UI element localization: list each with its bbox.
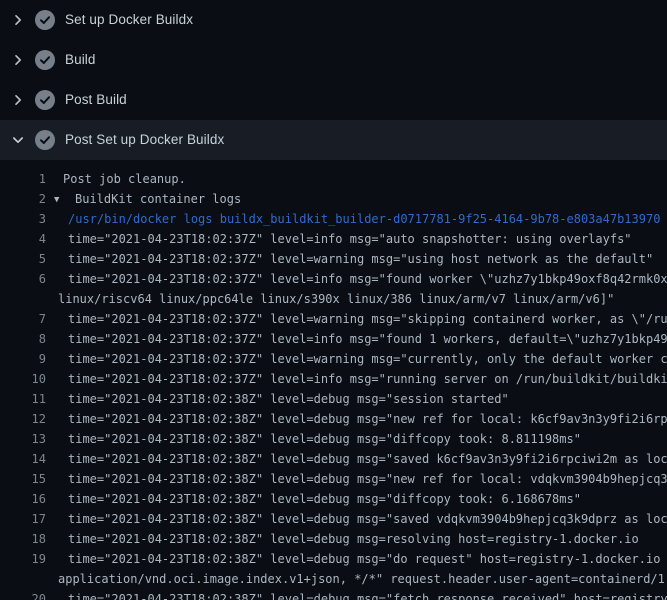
log-line: 12 time="2021-04-23T18:02:38Z" level=deb… (0, 409, 667, 429)
step-list: Set up Docker Buildx Build (0, 0, 667, 160)
chevron-right-icon (10, 12, 26, 28)
log-line: 11 time="2021-04-23T18:02:38Z" level=deb… (0, 389, 667, 409)
log-line-number[interactable]: 4 (0, 229, 46, 249)
log-line-number[interactable]: 3 (0, 209, 46, 229)
log-line-number[interactable]: 6 (0, 269, 46, 289)
log-line: linux/riscv64 linux/ppc64le linux/s390x … (0, 289, 667, 309)
step-title: Post Set up Docker Buildx (65, 130, 224, 150)
log-line: 18 time="2021-04-23T18:02:38Z" level=deb… (0, 529, 667, 549)
actions-log-viewer: Set up Docker Buildx Build (0, 0, 667, 600)
log-line: 14 time="2021-04-23T18:02:38Z" level=deb… (0, 449, 667, 469)
log-line: 13 time="2021-04-23T18:02:38Z" level=deb… (0, 429, 667, 449)
log-line: 15 time="2021-04-23T18:02:38Z" level=deb… (0, 469, 667, 489)
log-line: 16 time="2021-04-23T18:02:38Z" level=deb… (0, 489, 667, 509)
log-line-number[interactable] (0, 289, 46, 309)
log-line-number[interactable]: 1 (0, 169, 46, 189)
log-line: 6 time="2021-04-23T18:02:37Z" level=info… (0, 269, 667, 289)
log-line-text: time="2021-04-23T18:02:38Z" level=debug … (68, 549, 667, 569)
log-line-number[interactable]: 7 (0, 309, 46, 329)
log-line-text: time="2021-04-23T18:02:38Z" level=debug … (68, 409, 667, 429)
command-text: /usr/bin/docker logs buildx_buildkit_bui… (68, 209, 660, 229)
log-line-number[interactable]: 20 (0, 589, 46, 600)
log-line-text: time="2021-04-23T18:02:38Z" level=debug … (68, 489, 581, 509)
check-circle-icon (35, 10, 55, 30)
log-line-number[interactable]: 13 (0, 429, 46, 449)
chevron-down-icon (10, 132, 26, 148)
step-header-post-set-up-docker-buildx[interactable]: Post Set up Docker Buildx (0, 120, 667, 160)
log-line: 4 time="2021-04-23T18:02:37Z" level=info… (0, 229, 667, 249)
check-circle-icon (35, 50, 55, 70)
log-line-text: time="2021-04-23T18:02:37Z" level=warnin… (68, 309, 667, 329)
log-line-text: time="2021-04-23T18:02:38Z" level=debug … (68, 469, 667, 489)
log-line-number[interactable]: 9 (0, 349, 46, 369)
log-line: application/vnd.oci.image.index.v1+json,… (0, 569, 667, 589)
chevron-right-icon (10, 52, 26, 68)
log-line-number[interactable]: 10 (0, 369, 46, 389)
chevron-right-icon (10, 92, 26, 108)
log-line-number[interactable]: 8 (0, 329, 46, 349)
log-line: 1 Post job cleanup. (0, 169, 667, 189)
log-line-text: time="2021-04-23T18:02:37Z" level=info m… (68, 369, 667, 389)
check-circle-icon (35, 90, 55, 110)
log-line-text: time="2021-04-23T18:02:38Z" level=debug … (68, 389, 509, 409)
log-line-number[interactable]: 17 (0, 509, 46, 529)
log-line-number[interactable]: 2 (0, 189, 46, 209)
log-line-number[interactable]: 19 (0, 549, 46, 569)
log-line: 5 time="2021-04-23T18:02:37Z" level=warn… (0, 249, 667, 269)
log-line: 2 ▼BuildKit container logs (0, 189, 667, 209)
check-circle-icon (35, 130, 55, 150)
log-line-text: time="2021-04-23T18:02:37Z" level=info m… (68, 269, 667, 289)
log-line-text: time="2021-04-23T18:02:38Z" level=debug … (68, 509, 667, 529)
log-line-text: time="2021-04-23T18:02:38Z" level=debug … (68, 589, 667, 600)
log-line-number[interactable]: 11 (0, 389, 46, 409)
log-line-text: linux/riscv64 linux/ppc64le linux/s390x … (58, 289, 614, 309)
log-line: 10 time="2021-04-23T18:02:37Z" level=inf… (0, 369, 667, 389)
log-line-text: Post job cleanup. (63, 169, 186, 189)
log-line-number[interactable]: 15 (0, 469, 46, 489)
log-line-text: time="2021-04-23T18:02:38Z" level=debug … (68, 529, 639, 549)
log-line: 17 time="2021-04-23T18:02:38Z" level=deb… (0, 509, 667, 529)
step-header-build[interactable]: Build (0, 40, 667, 80)
log-line-number[interactable]: 5 (0, 249, 46, 269)
log-line-text: time="2021-04-23T18:02:37Z" level=info m… (68, 329, 667, 349)
group-label[interactable]: BuildKit container logs (75, 192, 241, 206)
log-line: 20 time="2021-04-23T18:02:38Z" level=deb… (0, 589, 667, 600)
log-line: 8 time="2021-04-23T18:02:37Z" level=info… (0, 329, 667, 349)
log-line-text: time="2021-04-23T18:02:37Z" level=info m… (68, 229, 632, 249)
log-line: 9 time="2021-04-23T18:02:37Z" level=warn… (0, 349, 667, 369)
log-line: 7 time="2021-04-23T18:02:37Z" level=warn… (0, 309, 667, 329)
step-header-set-up-docker-buildx[interactable]: Set up Docker Buildx (0, 0, 667, 40)
log-output: 1 Post job cleanup. 2 ▼BuildKit containe… (0, 160, 667, 600)
log-line-text: time="2021-04-23T18:02:37Z" level=warnin… (68, 249, 653, 269)
log-line: 3 /usr/bin/docker logs buildx_buildkit_b… (0, 209, 667, 229)
log-line-text: ▼BuildKit container logs (54, 189, 241, 209)
step-title: Post Build (65, 90, 127, 110)
group-expanded-icon[interactable]: ▼ (54, 190, 75, 209)
step-title: Set up Docker Buildx (65, 10, 193, 30)
log-line-number[interactable]: 14 (0, 449, 46, 469)
log-line: 19 time="2021-04-23T18:02:38Z" level=deb… (0, 549, 667, 569)
log-line-number[interactable]: 18 (0, 529, 46, 549)
step-title: Build (65, 50, 96, 70)
log-line-text: time="2021-04-23T18:02:38Z" level=debug … (68, 429, 581, 449)
log-line-text: time="2021-04-23T18:02:38Z" level=debug … (68, 449, 667, 469)
log-line-number[interactable]: 12 (0, 409, 46, 429)
log-line-text: application/vnd.oci.image.index.v1+json,… (58, 569, 667, 589)
log-line-number[interactable] (0, 569, 46, 589)
log-line-text: time="2021-04-23T18:02:37Z" level=warnin… (68, 349, 667, 369)
log-line-number[interactable]: 16 (0, 489, 46, 509)
step-header-post-build[interactable]: Post Build (0, 80, 667, 120)
